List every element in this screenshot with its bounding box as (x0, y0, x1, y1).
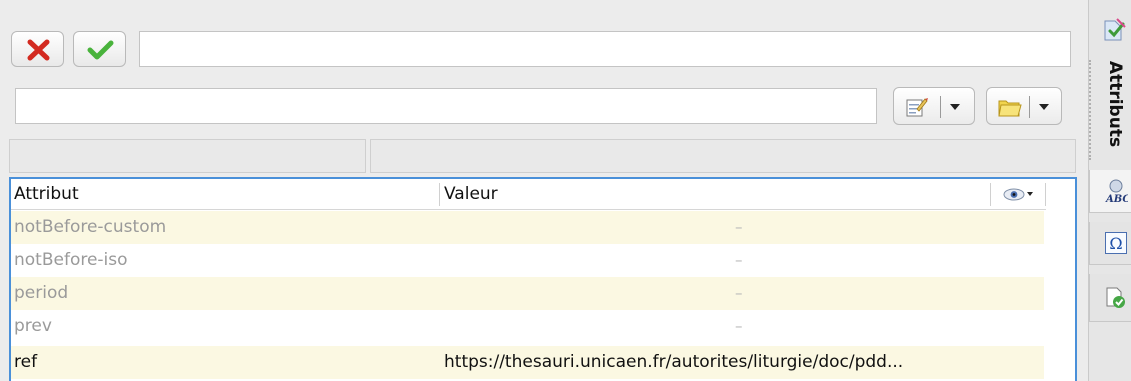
column-header-attribute[interactable]: Attribut (14, 179, 79, 210)
table-row[interactable]: period – (11, 277, 1044, 310)
attribute-name: ref (14, 352, 38, 372)
special-characters-tab[interactable]: Ω (1089, 222, 1131, 265)
attribute-name: period (14, 283, 69, 303)
attribute-value[interactable]: https://thesauri.unicaen.fr/autorites/li… (444, 346, 1044, 379)
attribute-value: – (735, 317, 743, 335)
confirm-button[interactable] (73, 31, 126, 67)
attribute-value: – (735, 284, 743, 302)
table-row[interactable]: notBefore-iso – (11, 244, 1044, 277)
column-divider (1045, 183, 1046, 206)
attribute-value: – (735, 218, 743, 236)
table-header: Attribut Valeur (11, 179, 1046, 210)
edit-pencil-icon (906, 98, 928, 117)
red-x-icon (27, 39, 50, 61)
folder-dropdown-button[interactable] (986, 87, 1062, 125)
edit-dropdown-button[interactable] (893, 87, 975, 125)
green-check-icon (87, 40, 114, 60)
attribute-name: prev (14, 316, 52, 336)
info-box-left (9, 139, 366, 173)
attribute-value-input[interactable] (139, 31, 1071, 67)
side-panel-grip[interactable] (1089, 60, 1091, 160)
table-row[interactable]: prev – (11, 310, 1044, 343)
attribute-name: notBefore-custom (14, 217, 167, 237)
table-row-selected[interactable]: ref https://thesauri.unicaen.fr/autorite… (11, 346, 1044, 379)
table-row[interactable]: notBefore-custom – (11, 211, 1044, 244)
attribute-name: notBefore-iso (14, 250, 128, 270)
attributes-tab[interactable]: Attributs (1101, 52, 1129, 164)
validate-document-icon (1106, 287, 1125, 308)
xpath-input[interactable] (15, 88, 877, 124)
eye-icon (1003, 188, 1025, 201)
cancel-button[interactable] (11, 31, 64, 67)
attributes-tab-icon (1104, 18, 1126, 41)
chevron-down-icon (1027, 192, 1033, 196)
info-box-right (370, 139, 1076, 173)
dropdown-separator (1029, 96, 1030, 118)
column-divider (439, 183, 440, 206)
attribute-value: – (735, 251, 743, 269)
omega-symbol-icon: Ω (1105, 232, 1127, 254)
validate-tab[interactable] (1089, 274, 1131, 322)
spellcheck-icon: ABC (1105, 179, 1128, 204)
dropdown-separator (940, 96, 941, 118)
spellcheck-tab[interactable]: ABC (1089, 170, 1131, 213)
chevron-down-icon[interactable] (950, 104, 960, 110)
column-divider (990, 183, 991, 206)
attributes-tab-label: Attributs (1105, 60, 1125, 148)
svg-text:ABC: ABC (1105, 194, 1128, 204)
folder-icon (998, 100, 1022, 117)
column-header-value[interactable]: Valeur (444, 179, 498, 210)
chevron-down-icon[interactable] (1039, 104, 1049, 110)
view-options-button[interactable] (1001, 179, 1041, 210)
